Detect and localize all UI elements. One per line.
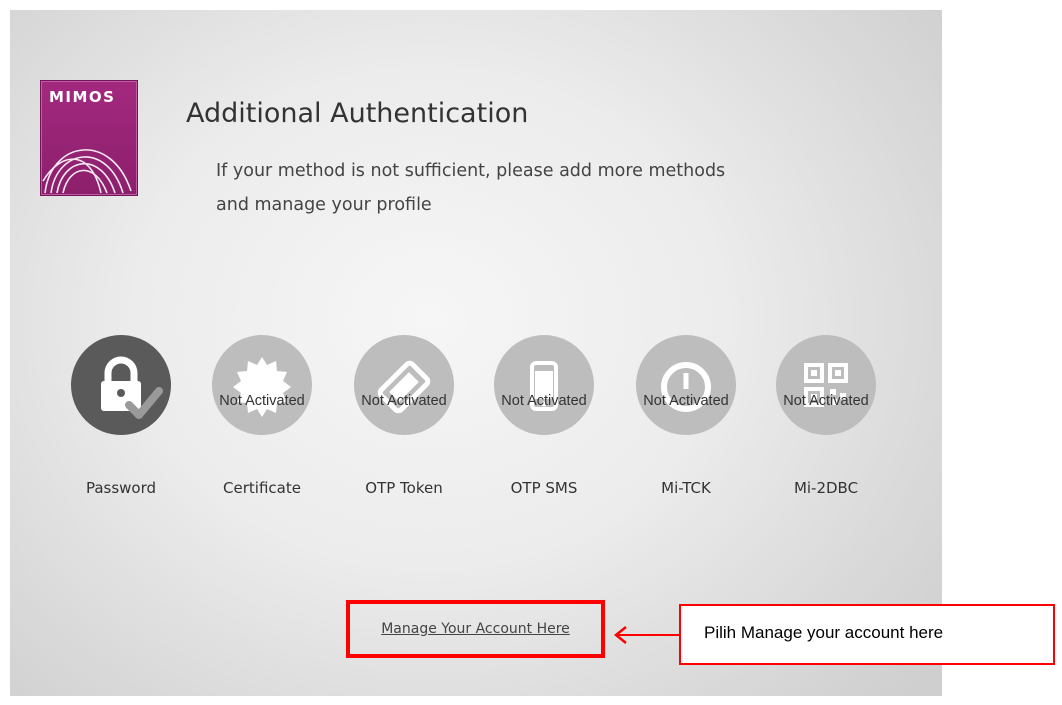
arrow-left-icon [613,626,680,644]
method-circle [776,335,876,435]
method-password[interactable]: Password [71,335,191,515]
method-circle [494,335,594,435]
status-badge: Not Activated [219,393,305,409]
manage-account-link[interactable]: Manage Your Account Here [350,604,601,654]
method-circle [212,335,312,435]
method-circle [354,335,454,435]
certificate-seal-icon [233,357,291,417]
status-badge: Not Activated [501,393,587,409]
logo-text: MIMOS [49,88,116,106]
method-label: Certificate [223,479,301,497]
highlight-box: Manage Your Account Here [346,600,605,658]
method-label: Mi-2DBC [793,479,859,497]
annotation-callout: Pilih Manage your account here [679,604,1055,665]
method-label: OTP Token [365,479,443,497]
subtitle-line-2: and manage your profile [216,195,432,215]
method-certificate[interactable]: Not Activated Certificate [212,335,332,515]
phone-icon [530,361,558,411]
method-label: Mi-TCK [661,479,711,497]
page-subtitle: If your method is not sufficient, please… [216,154,816,222]
method-label: OTP SMS [510,479,578,497]
method-label: Password [85,479,157,497]
page-title: Additional Authentication [186,98,529,129]
timer-icon [661,362,711,412]
qr-code-icon [804,363,848,407]
method-circle [636,335,736,435]
status-badge: Not Activated [783,393,869,409]
method-mi-2dbc[interactable]: Not Activated Mi-2DBC [776,335,896,515]
status-badge: Not Activated [643,393,729,409]
logo-arch-icon [42,149,132,194]
method-mi-tck[interactable]: Not Activated Mi-TCK [636,335,756,515]
method-otp-token[interactable]: Not Activated OTP Token [354,335,474,515]
status-badge: Not Activated [361,393,447,409]
lock-check-icon [101,356,163,419]
method-circle [71,335,171,435]
token-icon [377,360,431,414]
subtitle-line-1: If your method is not sufficient, please… [216,161,726,181]
method-otp-sms[interactable]: Not Activated OTP SMS [494,335,614,515]
annotation-text: Pilih Manage your account here [704,623,944,642]
mimos-logo: MIMOS [40,80,138,196]
